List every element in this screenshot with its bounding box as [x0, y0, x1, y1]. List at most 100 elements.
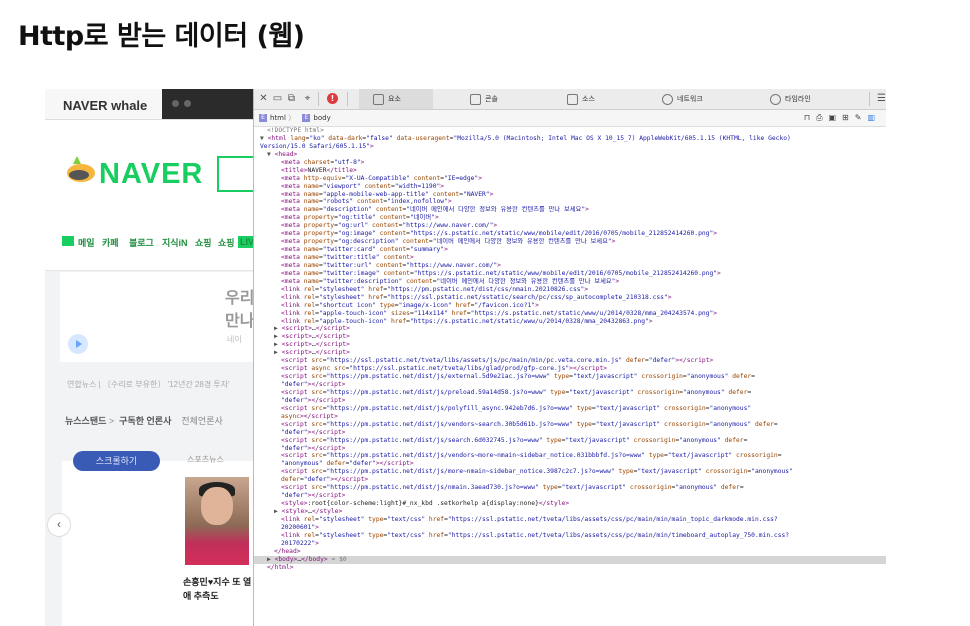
dom-node-line[interactable]: <meta charset="utf-8"> [254, 159, 887, 167]
dom-node-line[interactable]: 20170222"> [254, 540, 887, 548]
dom-node-line[interactable]: async></script> [254, 413, 887, 421]
dom-node-line[interactable]: "anonymous" defer="defer"></script> [254, 460, 887, 468]
dom-node-line[interactable]: "defer"></script> [254, 397, 887, 405]
sidebar-icon[interactable]: ▥ [867, 113, 881, 122]
dom-node-line[interactable]: <script src="https://pm.pstatic.net/dist… [254, 421, 887, 429]
dom-node-line[interactable]: <meta name="twitter:description" content… [254, 278, 887, 286]
tab-subscribed[interactable]: 구독한 언론사 [119, 416, 171, 426]
dom-node-line[interactable]: <link rel="apple-touch-icon" href="https… [254, 318, 887, 326]
dock-side-icon[interactable]: ⧉ [286, 93, 297, 104]
sports-news-tab[interactable]: 스포츠뉴스 [187, 454, 224, 465]
dom-node-line[interactable]: <meta name="twitter:url" content="https:… [254, 262, 887, 270]
nav-item-kin[interactable]: 지식iN [162, 236, 188, 249]
dock-bottom-icon[interactable]: ▭ [272, 93, 283, 104]
dom-node-line[interactable]: <script src="https://pm.pstatic.net/dist… [254, 373, 887, 381]
nav-item-blog[interactable]: 블로그 [129, 236, 154, 249]
prev-arrow-icon[interactable]: ‹ [47, 513, 71, 537]
layout-icon[interactable]: ⊓ [804, 113, 816, 122]
dom-node-line[interactable]: <meta name="twitter:title" content> [254, 254, 887, 262]
news-caption[interactable]: 손흥민♥지수 또 열애 추측도 [183, 575, 253, 603]
nav-item-cafe[interactable]: 카페 [102, 236, 119, 249]
print-icon[interactable]: ⎙ [816, 113, 828, 122]
dom-node-line[interactable]: ▶ <body>…</body> = $0 [254, 555, 887, 564]
nav-item-shopping[interactable]: 쇼핑 [195, 236, 212, 249]
tab-console[interactable]: 콘솔 [470, 89, 498, 109]
dom-node-line[interactable]: </html> [254, 564, 887, 572]
dom-node-line[interactable]: ▶ <script>…</script> [254, 341, 887, 349]
dom-node-line[interactable]: <title>NAVER</title> [254, 167, 887, 175]
dom-node-line[interactable]: <meta name="robots" content="index,nofol… [254, 198, 887, 206]
dom-node-line[interactable]: 20200601"> [254, 524, 887, 532]
pen-icon[interactable]: ✎ [855, 113, 868, 122]
dom-node-line[interactable]: "defer"></script> [254, 445, 887, 453]
error-icon[interactable]: ! [327, 93, 338, 104]
window-dot-icon[interactable] [184, 100, 191, 107]
dom-node-line[interactable]: <script src="https://pm.pstatic.net/dist… [254, 389, 887, 397]
dom-node-line[interactable]: <script src="https://pm.pstatic.net/dist… [254, 437, 887, 445]
dom-node-line[interactable]: <style>:root{color-scheme:light}#_nx_kbd… [254, 500, 887, 508]
dom-node-line[interactable]: ▶ <script>…</script> [254, 349, 887, 357]
timeline-icon [770, 93, 781, 105]
dom-node-line[interactable]: <meta name="viewport" content="width=119… [254, 183, 887, 191]
dom-node-line[interactable]: <link rel="stylesheet" type="text/css" h… [254, 532, 887, 540]
target-icon[interactable]: ⌖ [302, 93, 313, 104]
dom-node-line[interactable]: <link rel="apple-touch-icon" sizes="114x… [254, 310, 887, 318]
dom-node-line[interactable]: <script src="https://pm.pstatic.net/dist… [254, 452, 887, 460]
window-dot-icon[interactable] [172, 100, 179, 107]
dom-node-line[interactable]: ▶ <script>…</script> [254, 333, 887, 341]
dom-node-line[interactable]: <link rel="stylesheet" href="https://ssl… [254, 294, 887, 302]
dom-node-line[interactable]: <meta property="og:title" content="네이버"> [254, 214, 887, 222]
naver-logo[interactable]: NAVER [99, 158, 203, 191]
breadcrumb-html[interactable]: html [270, 114, 286, 122]
dom-node-line[interactable]: <link rel="stylesheet" type="text/css" h… [254, 516, 887, 524]
dom-tree[interactable]: <!DOCTYPE html> ▼ <html lang="ko" data-da… [254, 127, 887, 626]
play-icon[interactable] [68, 334, 88, 354]
dom-node-line[interactable]: <link rel="shortcut icon" type="image/x-… [254, 302, 887, 310]
tab-sources[interactable]: 소스 [567, 89, 595, 109]
photo-face [201, 487, 233, 525]
nav-item-shopping-live[interactable]: 쇼핑 [218, 236, 235, 249]
dom-node-line[interactable]: defer="defer"></script> [254, 476, 887, 484]
web-inspector: ✕ ▭ ⧉ ⌖ ! 요소 콘솔 소스 네트워크 타임라인 ☰ Ehtml 〉 E… [253, 89, 887, 626]
tab-all-press[interactable]: 전체언론사 [181, 416, 222, 426]
dom-node-line[interactable]: <script async src="https://ssl.pstatic.n… [254, 365, 887, 373]
dom-node-line[interactable]: <script src="https://pm.pstatic.net/dist… [254, 484, 887, 492]
grid-icon[interactable]: ⊞ [842, 113, 855, 122]
dom-node-line[interactable]: "defer"></script> [254, 429, 887, 437]
tab-newsstand[interactable]: 뉴스스탠드 [65, 416, 106, 426]
dom-node-line[interactable]: <meta name="twitter:image" content="http… [254, 270, 887, 278]
dom-node-line[interactable]: <!DOCTYPE html> [254, 127, 887, 135]
dom-node-line[interactable]: <meta http-equiv="X-UA-Compatible" conte… [254, 175, 887, 183]
dom-node-line[interactable]: "defer"></script> [254, 492, 887, 500]
promo-title: 우리 만나 [225, 287, 254, 333]
close-icon[interactable]: ✕ [258, 93, 269, 104]
dom-node-line[interactable]: <meta property="og:description" content=… [254, 238, 887, 246]
dom-node-line[interactable]: <meta name="twitter:card" content="summa… [254, 246, 887, 254]
dom-node-line[interactable]: <meta name="apple-mobile-web-app-title" … [254, 191, 887, 199]
dom-node-line[interactable]: "defer"></script> [254, 381, 887, 389]
breadcrumb-body[interactable]: body [313, 114, 330, 122]
scroll-button[interactable]: 스크롤하기 [73, 451, 160, 471]
screen-icon[interactable]: ▣ [828, 113, 842, 122]
dom-node-line[interactable]: ▼ <html lang="ko" data-dark="false" data… [254, 135, 887, 143]
dom-node-line[interactable]: </head> [254, 548, 887, 556]
dom-node-line[interactable]: <meta property="og:image" content="https… [254, 230, 887, 238]
tab-network[interactable]: 네트워크 [662, 89, 703, 109]
dom-node-line[interactable]: ▶ <style>…</style> [254, 508, 887, 516]
whale-mascot-icon [67, 156, 95, 182]
dom-node-line[interactable]: Version/15.0 Safari/605.1.15"> [254, 143, 887, 151]
dom-node-line[interactable]: ▶ <script>…</script> [254, 325, 887, 333]
tab-timeline[interactable]: 타임라인 [770, 89, 811, 109]
dom-node-line[interactable]: <meta name="description" content="네이버 메인… [254, 206, 887, 214]
nav-item-mail[interactable]: 메일 [78, 236, 95, 249]
news-headline[interactable]: 연합뉴스 | 〔수리로 부유한〕 '12년간 28경 투자' [67, 379, 230, 390]
dom-node-line[interactable]: <script src="https://pm.pstatic.net/dist… [254, 405, 887, 413]
dom-node-line[interactable]: <script src="https://ssl.pstatic.net/tve… [254, 357, 887, 365]
dom-node-line[interactable]: <meta property="og:url" content="https:/… [254, 222, 887, 230]
inspector-toolbar: ✕ ▭ ⧉ ⌖ ! 요소 콘솔 소스 네트워크 타임라인 ☰ [254, 89, 887, 110]
dom-node-line[interactable]: <link rel="stylesheet" href="https://pm.… [254, 286, 887, 294]
dom-node-line[interactable]: <script src="https://pm.pstatic.net/dist… [254, 468, 887, 476]
dom-node-line[interactable]: ▼ <head> [254, 151, 887, 159]
search-input[interactable] [217, 156, 255, 192]
tab-elements[interactable]: 요소 [359, 89, 433, 109]
